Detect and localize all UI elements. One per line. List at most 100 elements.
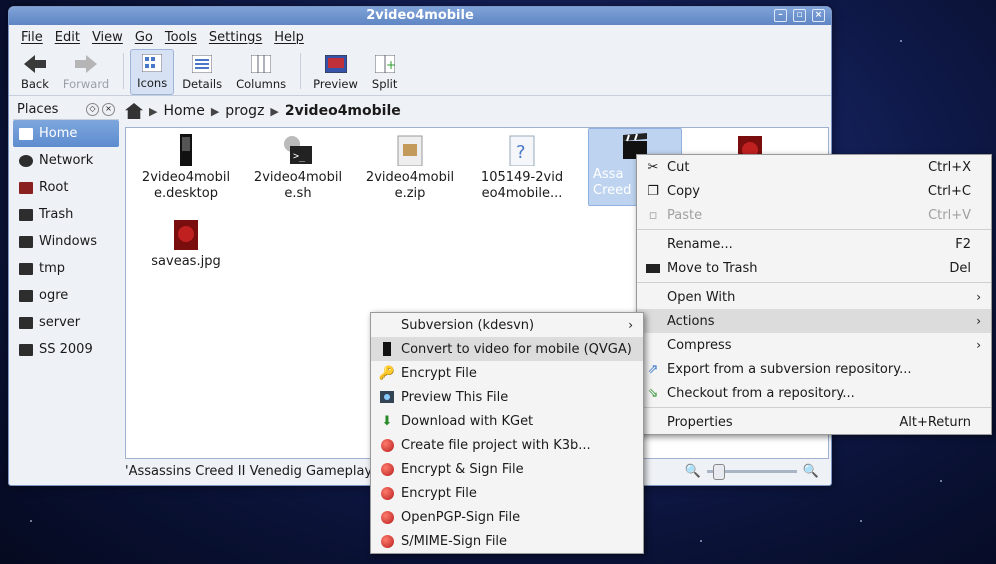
action-k3b[interactable]: Create file project with K3b... [371,433,643,457]
file-item[interactable]: >_ 2video4mobil e.sh [248,132,348,202]
star [900,40,902,42]
svg-text:>_: >_ [293,151,306,162]
crumb-current[interactable]: 2video4mobile [285,103,401,119]
place-server[interactable]: server [13,309,119,336]
crumb-home[interactable]: Home [163,103,204,119]
menu-separator [637,229,991,230]
action-encrypt-sign[interactable]: Encrypt & Sign File [371,457,643,481]
icons-view-button[interactable]: Icons [130,49,175,95]
menu-label: Paste [667,207,703,223]
blank-icon [645,290,661,304]
file-name: 2video4mobil e.zip [365,170,455,201]
menu-properties[interactable]: Properties Alt+Return [637,410,991,434]
menu-go[interactable]: Go [129,30,159,45]
place-ss-2009[interactable]: SS 2009 [13,336,119,363]
menu-file[interactable]: File [15,30,49,45]
menu-edit[interactable]: Edit [49,30,86,45]
split-label: Split [371,77,398,91]
file-item[interactable]: ? 105149-2vid eo4mobile... [472,132,572,202]
menu-label: Subversion (kdesvn) [401,317,535,333]
star [700,540,702,542]
place-tmp[interactable]: tmp [13,255,119,282]
action-download-kget[interactable]: ⬇ Download with KGet [371,409,643,433]
place-ogre[interactable]: ogre [13,282,119,309]
breadcrumb: ▶ Home ▶ progz ▶ 2video4mobile [125,101,401,121]
menu-shortcut: F2 [955,236,971,252]
forward-button[interactable]: Forward [57,51,115,95]
chevron-right-icon: ▶ [149,104,158,118]
zoom-slider-handle[interactable] [712,463,725,480]
file-item[interactable]: 2video4mobil e.zip [360,132,460,202]
file-item[interactable]: saveas.jpg [136,216,236,270]
place-home[interactable]: Home [13,120,119,147]
chevron-right-icon: ▶ [210,104,220,118]
maximize-icon[interactable]: ▫ [793,9,806,22]
place-trash[interactable]: Trash [13,201,119,228]
menu-copy[interactable]: ❐ Copy Ctrl+C [637,179,991,203]
menu-settings[interactable]: Settings [203,30,268,45]
details-view-button[interactable]: Details [176,51,228,95]
menu-actions[interactable]: Actions › [637,309,991,333]
chevron-right-icon: › [976,290,981,304]
menu-checkout[interactable]: ⇘ Checkout from a repository... [637,381,991,405]
paste-icon: ▫ [648,207,658,223]
file-name: 2video4mobil e.sh [253,170,343,201]
drive-icon [19,235,33,248]
place-label: Trash [39,207,74,222]
close-panel-icon[interactable]: × [102,102,115,116]
folder-icon [19,343,33,356]
details-view-icon [191,53,213,75]
place-label: Root [39,180,69,195]
script-icon: >_ [282,134,314,166]
title-bar[interactable]: 2video4mobile – ▫ × [9,7,831,25]
menu-tools[interactable]: Tools [159,30,203,45]
gpg-icon [379,534,395,548]
action-encrypt-file[interactable]: 🔑 Encrypt File [371,361,643,385]
place-windows[interactable]: Windows [13,228,119,255]
menu-help[interactable]: Help [268,30,310,45]
preview-button[interactable]: Preview [307,51,364,95]
crumb-progz[interactable]: progz [225,103,264,119]
place-label: Network [39,153,94,168]
window-title: 2video4mobile [366,8,474,23]
folder-icon [19,262,33,275]
action-subversion[interactable]: Subversion (kdesvn) › [371,313,643,337]
action-smime-sign[interactable]: S/MIME-Sign File [371,529,643,553]
zoom-slider[interactable] [706,463,797,480]
menu-move-to-trash[interactable]: Move to Trash Del [637,256,991,280]
archive-icon [394,134,426,167]
forward-label: Forward [62,77,110,91]
menu-open-with[interactable]: Open With › [637,285,991,309]
menu-rename[interactable]: Rename... F2 [637,232,991,256]
place-root[interactable]: Root [13,174,119,201]
gpg-icon [379,462,395,476]
toolbar-separator [123,53,125,89]
action-preview-file[interactable]: Preview This File [371,385,643,409]
place-network[interactable]: Network [13,147,119,174]
float-panel-icon[interactable]: ◇ [86,102,99,116]
chevron-right-icon: › [976,314,981,328]
close-icon[interactable]: × [812,9,825,22]
context-menu: ✂ Cut Ctrl+X ❐ Copy Ctrl+C ▫ Paste Ctrl+V Rena… [636,154,992,435]
zoom-out-icon[interactable]: 🔍 [685,464,701,479]
menu-export-svn[interactable]: ⇗ Export from a subversion repository... [637,357,991,381]
menu-cut[interactable]: ✂ Cut Ctrl+X [637,155,991,179]
columns-view-icon [250,53,272,75]
action-convert-video[interactable]: Convert to video for mobile (QVGA) [371,337,643,361]
split-button[interactable]: + Split [366,51,404,95]
back-button[interactable]: Back [15,51,55,95]
folder-icon [19,289,33,302]
menu-view[interactable]: View [86,30,129,45]
menu-compress[interactable]: Compress › [637,333,991,357]
action-openpgp-sign[interactable]: OpenPGP-Sign File [371,505,643,529]
action-encrypt-file-2[interactable]: Encrypt File [371,481,643,505]
status-text: 'Assassins Creed II Venedig Gameplay [125,463,373,479]
mobile-phone-icon [379,342,395,356]
zoom-in-icon[interactable]: 🔍 [803,464,819,479]
gpg-icon [379,486,395,500]
home-icon[interactable] [125,103,143,119]
columns-view-button[interactable]: Columns [230,51,292,95]
minimize-icon[interactable]: – [774,9,787,22]
file-item[interactable]: 2video4mobil e.desktop [136,132,236,202]
menu-paste[interactable]: ▫ Paste Ctrl+V [637,203,991,227]
